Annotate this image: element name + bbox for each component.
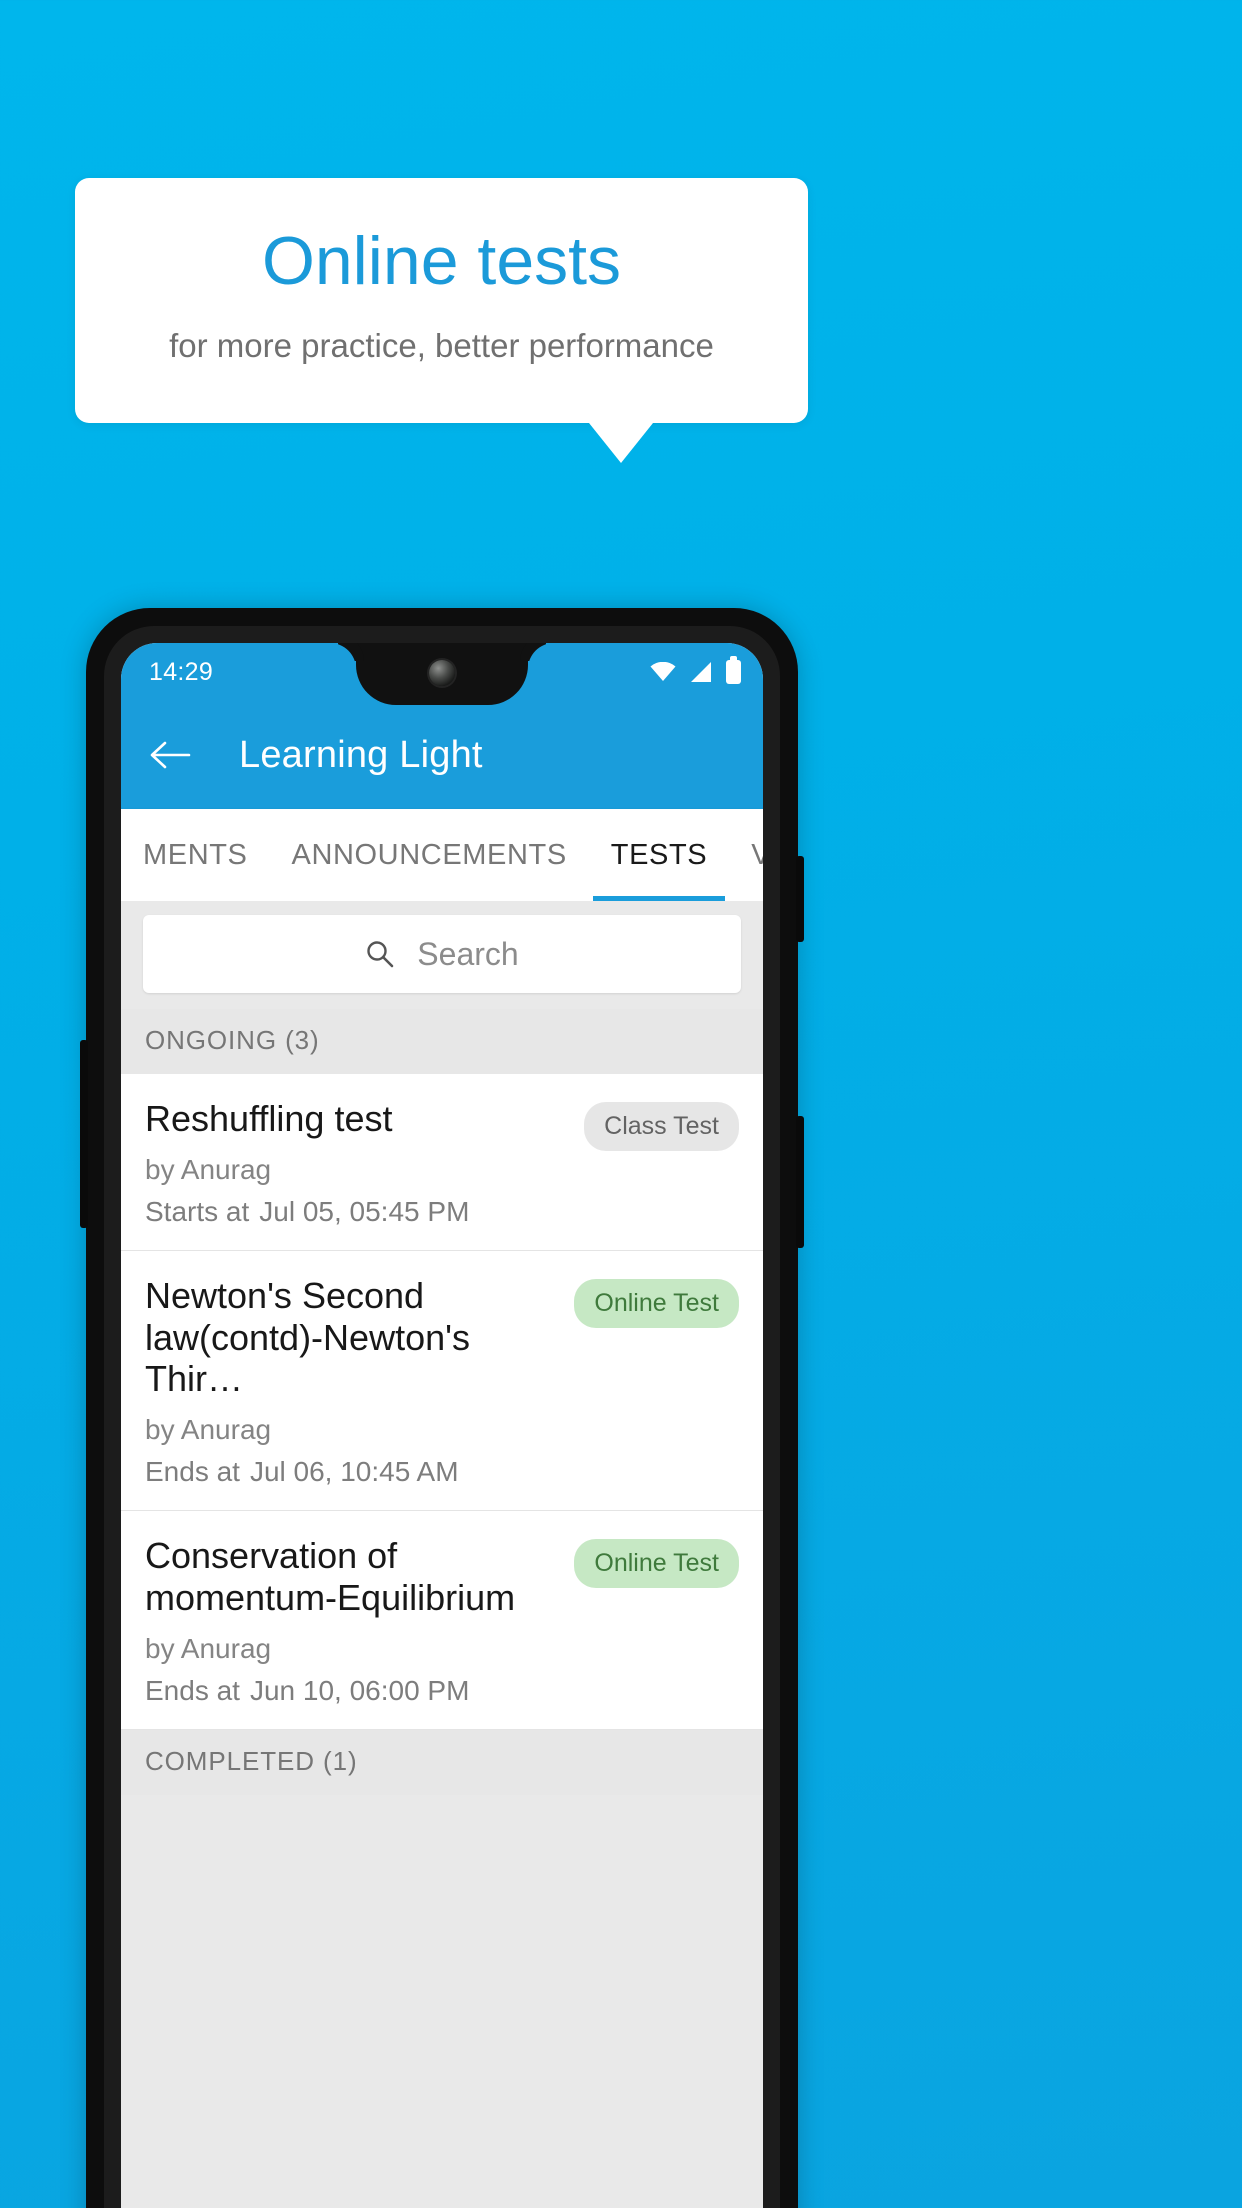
app-bar-title: Learning Light	[239, 733, 483, 776]
list-item-main: Conservation of momentum-Equilibrium by …	[145, 1535, 560, 1707]
test-time-label: Starts at	[145, 1195, 250, 1227]
tab-tests[interactable]: TESTS	[589, 809, 729, 901]
section-header-completed: COMPLETED (1)	[121, 1729, 763, 1795]
list-item-main: Newton's Second law(contd)-Newton's Thir…	[145, 1275, 560, 1488]
test-author: by Anurag	[145, 1632, 272, 1664]
front-camera-icon	[429, 660, 455, 686]
battery-icon	[726, 656, 741, 684]
status-badge: Online Test	[574, 1278, 739, 1328]
status-badge: Class Test	[584, 1102, 739, 1151]
search-container: Search	[121, 901, 763, 1009]
search-placeholder: Search	[417, 935, 519, 972]
test-title: Reshuffling test	[145, 1098, 393, 1139]
test-time-value: Jul 05, 05:45 PM	[259, 1195, 470, 1227]
phone-button-right-top	[796, 856, 804, 942]
tab-videos[interactable]: VIDEOS	[729, 809, 763, 901]
search-icon	[365, 939, 395, 969]
test-title: Newton's Second law(contd)-Newton's Thir…	[145, 1274, 470, 1400]
list-item-main: Reshuffling test by Anurag Starts at Jul …	[145, 1098, 570, 1228]
promo-title: Online tests	[261, 223, 622, 299]
phone-button-right-bottom	[796, 1116, 804, 1248]
test-time-label: Ends at	[145, 1674, 240, 1706]
callout-tail	[589, 423, 653, 463]
test-title: Conservation of momentum-Equilibrium	[145, 1535, 516, 1618]
tab-announcements[interactable]: ANNOUNCEMENTS	[270, 809, 589, 901]
test-time-label: Ends at	[145, 1456, 240, 1487]
phone-notch	[356, 643, 528, 705]
phone-screen: 14:29 Learning Light MENTS ANNOUNCEMENTS…	[121, 643, 763, 2208]
test-time-value: Jul 06, 10:45 AM	[249, 1456, 459, 1487]
tests-list: Reshuffling test by Anurag Starts at Jul …	[121, 1074, 763, 1730]
signal-icon	[689, 661, 713, 683]
test-time-value: Jun 10, 06:00 PM	[249, 1674, 470, 1706]
test-time: Ends at Jun 10, 06:00 PM	[145, 1675, 560, 1707]
promo-subtitle: for more practice, better performance	[169, 327, 714, 365]
test-author: by Anurag	[145, 1414, 272, 1445]
phone-bezel: 14:29 Learning Light MENTS ANNOUNCEMENTS…	[104, 626, 780, 2208]
status-icons	[650, 656, 741, 684]
list-item[interactable]: Reshuffling test by Anurag Starts at Jul …	[121, 1074, 763, 1251]
back-arrow-icon[interactable]	[147, 732, 193, 778]
test-author: by Anurag	[145, 1153, 272, 1185]
app-bar: Learning Light	[121, 701, 763, 809]
section-header-ongoing: ONGOING (3)	[121, 1009, 763, 1074]
test-time: Starts at Jul 05, 05:45 PM	[145, 1196, 570, 1228]
phone-mockup: 14:29 Learning Light MENTS ANNOUNCEMENTS…	[80, 608, 804, 2208]
list-item[interactable]: Newton's Second law(contd)-Newton's Thir…	[121, 1251, 763, 1511]
test-time: Ends at Jul 06, 10:45 AM	[145, 1456, 560, 1488]
tab-bar: MENTS ANNOUNCEMENTS TESTS VIDEOS	[121, 809, 763, 901]
wifi-icon	[650, 661, 676, 682]
promo-callout-card: Online tests for more practice, better p…	[75, 178, 808, 423]
tests-content: Search ONGOING (3) Reshuffling test by A…	[121, 901, 763, 2208]
tab-assignments[interactable]: MENTS	[121, 809, 270, 901]
phone-button-left	[80, 1040, 88, 1228]
status-time: 14:29	[149, 657, 214, 686]
list-item[interactable]: Conservation of momentum-Equilibrium by …	[121, 1511, 763, 1730]
search-input[interactable]: Search	[143, 915, 741, 993]
status-badge: Online Test	[574, 1539, 739, 1588]
